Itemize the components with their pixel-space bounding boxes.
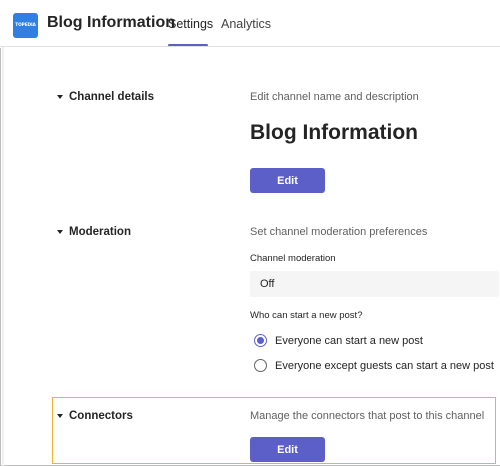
channel-moderation-label: Channel moderation bbox=[250, 253, 336, 264]
header-divider bbox=[0, 46, 500, 47]
section-channel-details-label[interactable]: Channel details bbox=[69, 91, 154, 103]
radio-button-selected[interactable] bbox=[254, 334, 267, 347]
tab-settings[interactable]: Settings bbox=[168, 17, 213, 31]
page-title: Blog Information bbox=[47, 14, 175, 31]
channel-details-description: Edit channel name and description bbox=[250, 91, 419, 103]
connectors-description: Manage the connectors that post to this … bbox=[250, 410, 485, 422]
left-gutter bbox=[2, 47, 4, 466]
radio-option-everyone[interactable]: Everyone can start a new post bbox=[254, 334, 423, 347]
channel-name: Blog Information bbox=[250, 121, 418, 144]
radio-button[interactable] bbox=[254, 359, 267, 372]
section-connectors-label[interactable]: Connectors bbox=[69, 410, 133, 422]
chevron-down-icon[interactable] bbox=[57, 95, 63, 99]
chevron-down-icon[interactable] bbox=[57, 230, 63, 234]
channel-moderation-value: Off bbox=[260, 278, 275, 290]
channel-moderation-select[interactable]: Off bbox=[250, 271, 499, 297]
edit-channel-button[interactable]: Edit bbox=[250, 168, 325, 193]
section-moderation-label[interactable]: Moderation bbox=[69, 226, 131, 238]
radio-option-label: Everyone can start a new post bbox=[275, 334, 423, 347]
radio-option-label: Everyone except guests can start a new p… bbox=[275, 359, 494, 372]
chevron-down-icon[interactable] bbox=[57, 414, 63, 418]
moderation-description: Set channel moderation preferences bbox=[250, 226, 428, 238]
radio-option-except-guests[interactable]: Everyone except guests can start a new p… bbox=[254, 359, 494, 372]
app-header: TOPEDIA Blog Information Settings Analyt… bbox=[0, 0, 500, 48]
new-post-question: Who can start a new post? bbox=[250, 310, 363, 321]
edit-connectors-button[interactable]: Edit bbox=[250, 437, 325, 462]
tab-analytics[interactable]: Analytics bbox=[221, 17, 271, 31]
team-logo: TOPEDIA bbox=[13, 13, 38, 38]
